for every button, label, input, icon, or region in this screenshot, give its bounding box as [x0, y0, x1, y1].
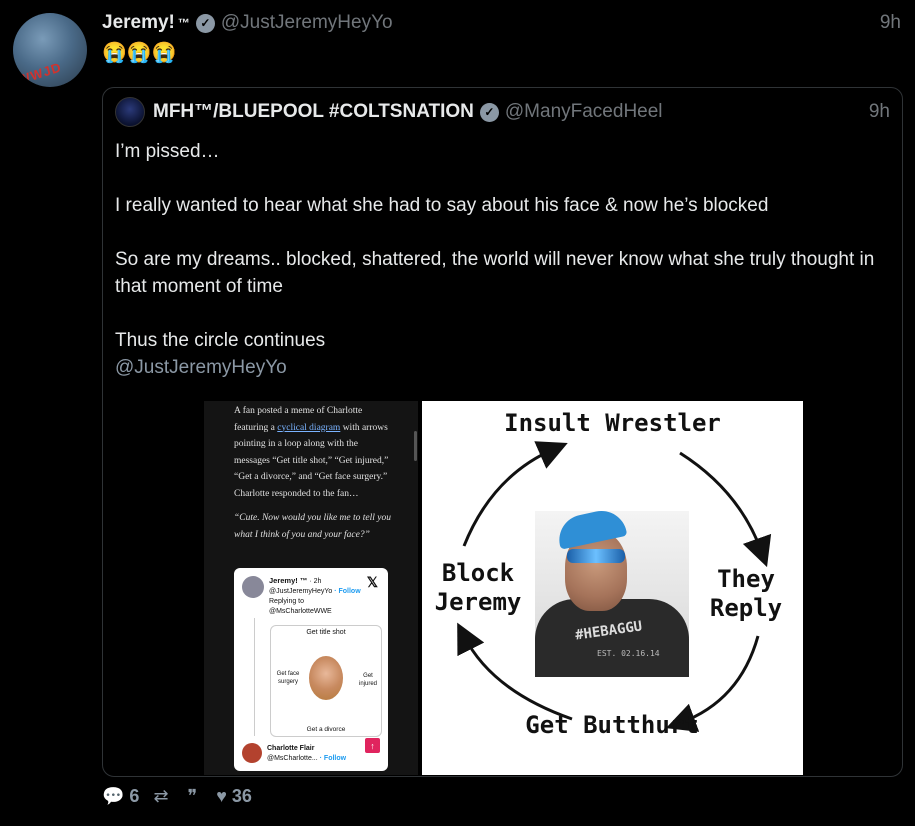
retweet-icon: ⇄: [153, 786, 169, 806]
meme-label-right: They Reply: [709, 565, 783, 622]
media-image-left[interactable]: A fan posted a meme of Charlotte featuri…: [204, 401, 418, 775]
embed-avatar: [242, 576, 264, 598]
retweet-button[interactable]: ⇄: [153, 786, 173, 807]
quoted-tweet[interactable]: MFH™/BLUEPOOL #COLTSNATION ✓ @ManyFacedH…: [102, 87, 903, 777]
arrow-up-icon: ↑: [365, 738, 380, 753]
like-button[interactable]: ♥ 36: [216, 786, 252, 807]
like-count: 36: [231, 786, 252, 806]
tweet-text: 😭😭😭: [102, 42, 177, 64]
sunglasses: [567, 549, 625, 563]
article-link: cyclical diagram: [277, 422, 341, 433]
heart-icon: ♥: [216, 786, 227, 806]
avatar-stamp: WWJD: [15, 59, 64, 87]
tweet-time[interactable]: 9h: [880, 12, 901, 34]
embed-meta: Jeremy! ™ · 2h @JustJeremyHeyYo · Follow…: [269, 576, 361, 615]
embed-reply-avatar: [242, 743, 262, 763]
embed-face-image: [309, 656, 343, 700]
author-tm: ™: [177, 16, 190, 30]
quote-line: I really wanted to hear what she had to …: [115, 195, 769, 216]
thread-line: [254, 618, 255, 736]
meme-photo: #HEBAGGU EST. 02.16.14: [535, 511, 689, 677]
quote-line: So are my dreams.. blocked, shattered, t…: [115, 249, 875, 297]
x-logo-icon: 𝕏: [366, 574, 378, 590]
author-handle[interactable]: @JustJeremyHeyYo: [221, 12, 393, 34]
reply-icon: 💬: [102, 786, 125, 806]
verified-icon: ✓: [195, 13, 215, 33]
author-name[interactable]: Jeremy!: [102, 12, 175, 34]
quote-text: I’m pissed… I really wanted to hear what…: [115, 138, 885, 381]
meme-label-bottom: Get Butthurt: [525, 711, 699, 739]
quote-header: MFH™/BLUEPOOL #COLTSNATION ✓ @ManyFacedH…: [115, 97, 890, 127]
embed-reply-meta: Charlotte Flair @MsCharlotte... · Follow: [267, 745, 347, 762]
quote-button[interactable]: ❞: [188, 786, 203, 807]
quote-line: I’m pissed…: [115, 141, 220, 162]
reply-count: 6: [129, 786, 140, 806]
article-text: A fan posted a meme of Charlotte featuri…: [234, 403, 394, 543]
action-bar: 💬 6 ⇄ ❞ ♥ 36: [102, 786, 266, 807]
quote-time[interactable]: 9h: [869, 101, 890, 123]
quote-icon: ❞: [187, 786, 198, 806]
meme-label-top: Insult Wrestler: [504, 409, 721, 437]
quote-author-name[interactable]: MFH™/BLUEPOOL #COLTSNATION: [153, 101, 474, 123]
verified-icon: ✓: [479, 102, 499, 122]
embed-diagram: Get title shot Get face surgery Get inju…: [270, 625, 382, 737]
shirt-est: EST. 02.16.14: [597, 649, 660, 658]
tweet-header: Jeremy! ™ ✓ @JustJeremyHeyYo 9h: [102, 10, 901, 36]
quote-author-handle[interactable]: @ManyFacedHeel: [505, 101, 663, 123]
author-avatar[interactable]: WWJD: [13, 13, 87, 87]
mention-link[interactable]: @JustJeremyHeyYo: [115, 354, 885, 381]
embedded-tweet: Jeremy! ™ · 2h @JustJeremyHeyYo · Follow…: [234, 568, 388, 771]
scrollbar: [414, 431, 417, 461]
article-quote: “Cute. Now would you like me to tell you…: [234, 513, 391, 540]
media-image-right[interactable]: Insult Wrestler They Reply Get Butthurt …: [422, 401, 803, 775]
meme-label-left: Block Jeremy: [434, 559, 522, 616]
quote-avatar[interactable]: [115, 97, 145, 127]
quote-line: Thus the circle continues: [115, 330, 326, 351]
reply-button[interactable]: 💬 6: [102, 786, 139, 807]
